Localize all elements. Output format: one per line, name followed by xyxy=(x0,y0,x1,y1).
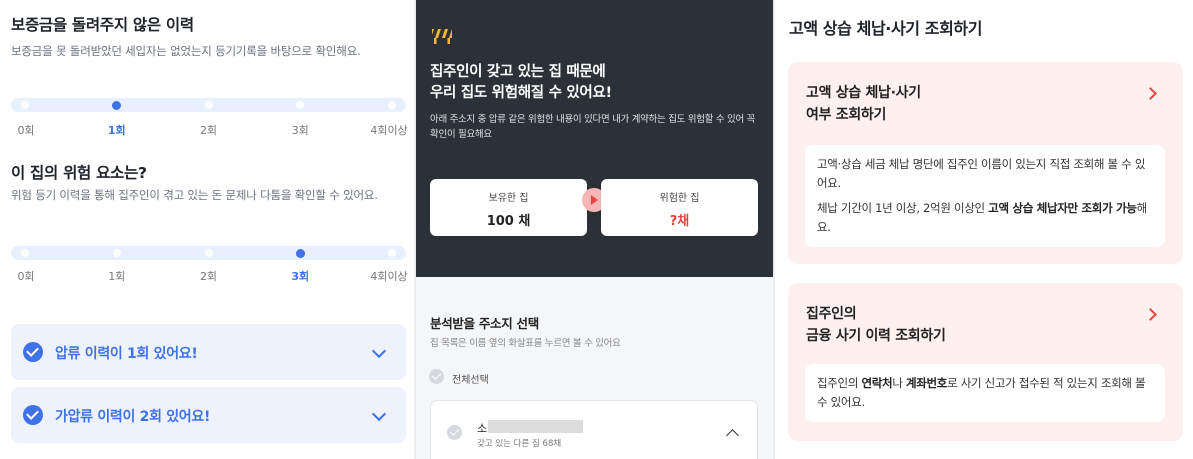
financial-fraud-desc: 집주인의 연락처나 계좌번호로 사기 신고가 접수된 적 있는지 조회해 볼 수… xyxy=(817,376,1146,409)
address-redaction xyxy=(488,420,583,433)
owned-houses-value: 100 채 xyxy=(486,214,531,229)
slider-stop-dot[interactable] xyxy=(112,100,122,110)
financial-fraud-card-body: 집주인의 연락처나 계좌번호로 사기 신고가 접수된 적 있는지 조회해 볼 수… xyxy=(805,364,1165,422)
history-slider-ticks: 0회 1회 2회 3회 4회이상 xyxy=(0,122,414,137)
check-circle-icon xyxy=(429,369,444,384)
risk-section-desc: 위험 등기 이력을 통해 집주인이 겪고 있는 돈 문제나 다툼을 확인할 수 … xyxy=(11,188,378,202)
check-circle-icon xyxy=(23,342,43,362)
panel-fraud-lookup: 고액 상습 체납·사기 조회하기 고액 상습 체납·사기 여부 조회하기 고액·… xyxy=(775,0,1193,459)
chevron-down-icon xyxy=(371,406,387,422)
slider-tick-label: 1회 xyxy=(107,124,126,137)
tax-delinquency-card-body: 고액·상습 세금 체납 명단에 집주인 이름이 있는지 직접 조회해 볼 수 있… xyxy=(805,145,1165,247)
provisional-seizure-accordion-label: 가압류 이력이 2회 있어요! xyxy=(55,409,211,425)
slider-stop-dot[interactable] xyxy=(296,101,305,109)
address-name: 소 xyxy=(477,422,488,435)
tax-delinquency-desc-1: 고액·상습 세금 체납 명단에 집주인 이름이 있는지 직접 조회해 볼 수 있… xyxy=(817,157,1146,190)
history-count-slider[interactable] xyxy=(11,98,406,112)
slider-tick-label: 3회 xyxy=(291,124,309,137)
page-title: 고액 상습 체납·사기 조회하기 xyxy=(789,19,983,38)
panel-owner-houses: 집주인이 갖고 있는 집 때문에 우리 집도 위험해질 수 있어요! 아래 주소… xyxy=(416,0,773,459)
slider-tick-label: 1회 xyxy=(108,270,126,283)
chevron-down-icon xyxy=(371,343,387,359)
tax-delinquency-desc-2: 체납 기간이 1년 이상, 2억원 이상인 고액 상습 체납자만 조회가 가능해… xyxy=(817,201,1147,234)
warning-subtext: 아래 주소지 중 압류 같은 위험한 내용이 있다면 내가 계약하는 집도 위험… xyxy=(430,114,756,140)
check-circle-icon[interactable] xyxy=(447,425,462,440)
owned-houses-label: 보유한 집 xyxy=(488,193,529,204)
slider-stop-dot[interactable] xyxy=(112,249,121,257)
panel-risk-history: 보증금을 돌려주지 않은 이력 보증금을 못 돌려받았던 세입자는 없었는지 등… xyxy=(0,0,414,459)
slider-stop-dot[interactable] xyxy=(21,101,29,109)
chevron-up-icon[interactable] xyxy=(726,429,739,442)
slider-tick-label: 0회 xyxy=(17,124,35,137)
slider-tick-label: 4회이상 xyxy=(370,124,408,137)
risk-slider-ticks: 0회 1회 2회 3회 4회이상 xyxy=(0,268,414,283)
construction-barrier-icon xyxy=(431,29,452,44)
slider-tick-label: 2회 xyxy=(199,124,218,137)
tax-delinquency-card[interactable]: 고액 상습 체납·사기 여부 조회하기 고액·상습 세금 체납 명단에 집주인 … xyxy=(788,62,1183,264)
risky-houses-card: 위험한 집 ?채 xyxy=(601,179,758,236)
address-other-houses: 갖고 있는 다른 집 68채 xyxy=(477,439,562,449)
provisional-seizure-accordion[interactable]: 가압류 이력이 2회 있어요! xyxy=(11,387,406,443)
seizure-accordion-label: 압류 이력이 1회 있어요! xyxy=(55,346,198,362)
address-section-sub: 집 목록은 이름 옆의 화살표를 누르면 볼 수 있어요 xyxy=(430,338,621,349)
risk-count-slider[interactable] xyxy=(11,246,406,260)
history-section-title: 보증금을 돌려주지 않은 이력 xyxy=(11,16,194,34)
chevron-right-icon[interactable] xyxy=(1144,87,1157,100)
address-item[interactable]: 소 갖고 있는 다른 집 68채 xyxy=(430,400,758,459)
financial-fraud-card-title: 집주인의 금융 사기 이력 조회하기 xyxy=(806,306,946,344)
slider-tick-label: 3회 xyxy=(291,270,310,283)
financial-fraud-card[interactable]: 집주인의 금융 사기 이력 조회하기 집주인의 연락처나 계좌번호로 사기 신고… xyxy=(788,283,1183,441)
slider-stop-dot[interactable] xyxy=(388,101,396,109)
risky-houses-label: 위험한 집 xyxy=(659,193,700,204)
select-all-label: 전체선택 xyxy=(452,375,489,386)
slider-stop-dot[interactable] xyxy=(21,249,29,257)
slider-stop-dot[interactable] xyxy=(388,249,396,257)
slider-tick-label: 4회이상 xyxy=(370,270,408,283)
owned-houses-card: 보유한 집 100 채 xyxy=(430,179,587,236)
slider-stop-dot[interactable] xyxy=(204,249,213,257)
check-circle-icon xyxy=(23,405,43,425)
history-section-desc: 보증금을 못 돌려받았던 세입자는 없었는지 등기기록을 바탕으로 확인해요. xyxy=(11,44,361,58)
risky-houses-value: ?채 xyxy=(669,214,690,229)
address-section-title: 분석받을 주소지 선택 xyxy=(430,316,539,331)
slider-tick-label: 2회 xyxy=(199,270,218,283)
slider-tick-label: 0회 xyxy=(17,270,35,283)
risk-section-title: 이 집의 위험 요소는? xyxy=(11,164,147,182)
warning-banner: 집주인이 갖고 있는 집 때문에 우리 집도 위험해질 수 있어요! 아래 주소… xyxy=(416,0,773,277)
seizure-accordion[interactable]: 압류 이력이 1회 있어요! xyxy=(11,324,406,380)
tax-delinquency-card-title: 고액 상습 체납·사기 여부 조회하기 xyxy=(806,85,921,123)
slider-stop-dot[interactable] xyxy=(204,101,213,109)
chevron-right-icon[interactable] xyxy=(1144,308,1157,321)
slider-stop-dot[interactable] xyxy=(295,248,305,258)
warning-headline: 집주인이 갖고 있는 집 때문에 우리 집도 위험해질 수 있어요! xyxy=(430,64,612,101)
